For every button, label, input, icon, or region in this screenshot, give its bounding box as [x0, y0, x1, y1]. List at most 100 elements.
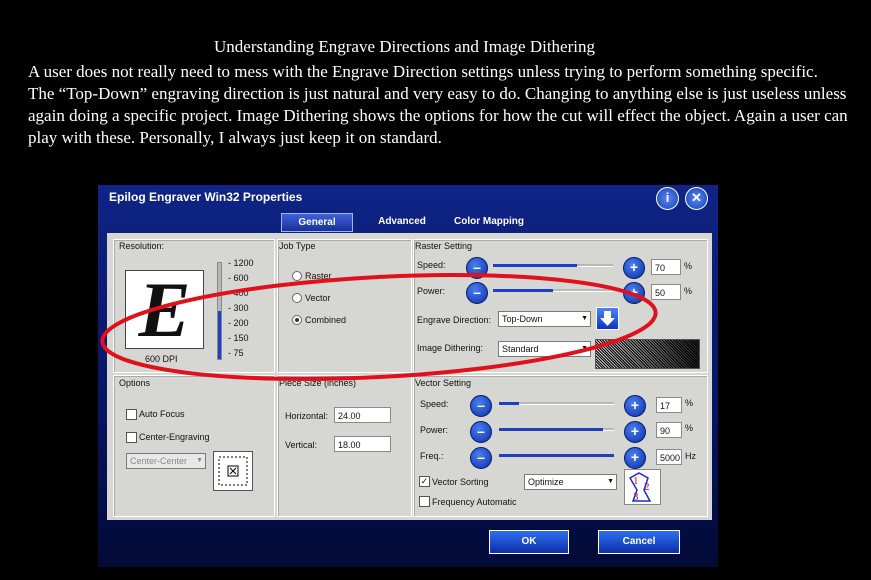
- center-position-icon: [213, 451, 253, 491]
- tab-advanced[interactable]: Advanced: [368, 213, 436, 230]
- center-position-select[interactable]: Center-Center ▼: [126, 453, 206, 469]
- chevron-down-icon: ▼: [581, 315, 588, 322]
- horizontal-label: Horizontal:: [285, 411, 329, 421]
- raster-power-unit: %: [684, 286, 693, 296]
- sort-digit-3: 3: [633, 491, 639, 503]
- vector-freq-input[interactable]: 5000: [656, 449, 682, 465]
- resolution-tick: - 75: [228, 348, 244, 358]
- resolution-tick: - 200: [228, 318, 249, 328]
- center-position-value: Center-Center: [130, 456, 188, 466]
- vector-speed-increase-button[interactable]: +: [624, 395, 646, 417]
- raster-radio[interactable]: [292, 271, 302, 281]
- slide-title: Understanding Engrave Directions and Ima…: [214, 37, 595, 56]
- vector-sorting-select[interactable]: Optimize ▼: [524, 474, 617, 490]
- raster-power-fill: [493, 289, 553, 292]
- vector-power-label: Power:: [420, 425, 449, 435]
- vector-speed-unit: %: [685, 398, 694, 408]
- ok-button[interactable]: OK: [489, 530, 569, 554]
- vector-sorting-label: Vector Sorting: [432, 477, 489, 487]
- options-label: Options: [119, 378, 151, 388]
- resolution-tick: - 600: [228, 273, 249, 283]
- vector-sorting-checkbox[interactable]: ✓: [419, 476, 430, 487]
- vertical-label: Vertical:: [285, 440, 318, 450]
- vector-freq-fill: [499, 454, 614, 457]
- raster-setting-label: Raster Setting: [415, 241, 473, 251]
- general-tab-panel: Resolution: E 600 DPI - 1200 - 600 - 400 - …: [107, 233, 712, 520]
- resolution-preview: E: [125, 270, 204, 349]
- image-dithering-select[interactable]: Standard ▼: [498, 341, 591, 357]
- dithering-preview: [595, 339, 700, 369]
- resolution-label: Resolution:: [119, 241, 165, 251]
- horizontal-input[interactable]: 24.00: [334, 407, 391, 423]
- frequency-automatic-label: Frequency Automatic: [432, 497, 517, 507]
- engrave-direction-value: Top-Down: [502, 314, 543, 324]
- tab-general[interactable]: General: [281, 213, 353, 232]
- vector-speed-decrease-button[interactable]: –: [470, 395, 492, 417]
- vector-power-fill: [499, 428, 603, 431]
- dialog-title: Epilog Engraver Win32 Properties: [109, 190, 303, 204]
- raster-speed-label: Speed:: [417, 260, 446, 270]
- options-group: [113, 375, 275, 517]
- vector-radio-label: Vector: [305, 293, 331, 303]
- resolution-tick: - 150: [228, 333, 249, 343]
- center-engraving-checkbox[interactable]: [126, 432, 137, 443]
- vector-speed-label: Speed:: [420, 399, 449, 409]
- image-dithering-label: Image Dithering:: [417, 343, 484, 353]
- resolution-tick: - 1200: [228, 258, 254, 268]
- vector-freq-unit: Hz: [685, 451, 696, 461]
- raster-power-input[interactable]: 50: [651, 284, 681, 300]
- raster-radio-label: Raster: [305, 271, 332, 281]
- job-type-label: Job Type: [279, 241, 316, 251]
- vertical-input[interactable]: 18.00: [334, 436, 391, 452]
- combined-radio[interactable]: [292, 315, 302, 325]
- auto-focus-checkbox[interactable]: [126, 409, 137, 420]
- vector-speed-fill: [499, 402, 519, 405]
- chevron-down-icon: ▼: [581, 345, 588, 352]
- vector-setting-label: Vector Setting: [415, 378, 472, 388]
- raster-speed-increase-button[interactable]: +: [623, 257, 645, 279]
- vector-power-unit: %: [685, 423, 694, 433]
- arrow-down-icon: [596, 307, 619, 330]
- vector-speed-input[interactable]: 17: [656, 397, 682, 413]
- resolution-tick: - 300: [228, 303, 249, 313]
- vector-sorting-value: Optimize: [528, 477, 564, 487]
- preview-letter: E: [138, 266, 191, 353]
- job-type-group: [277, 239, 412, 373]
- resolution-slider[interactable]: [217, 262, 222, 360]
- frequency-automatic-checkbox[interactable]: [419, 496, 430, 507]
- vector-power-input[interactable]: 90: [656, 422, 682, 438]
- cancel-button[interactable]: Cancel: [598, 530, 680, 554]
- raster-speed-input[interactable]: 70: [651, 259, 681, 275]
- close-icon[interactable]: ✕: [685, 187, 708, 210]
- auto-focus-label: Auto Focus: [139, 409, 185, 419]
- raster-power-increase-button[interactable]: +: [623, 282, 645, 304]
- engrave-direction-select[interactable]: Top-Down ▼: [498, 311, 591, 327]
- vector-freq-increase-button[interactable]: +: [624, 447, 646, 469]
- resolution-tick: - 400: [228, 288, 249, 298]
- raster-power-decrease-button[interactable]: –: [466, 282, 488, 304]
- raster-power-label: Power:: [417, 286, 446, 296]
- piece-size-label: Piece Size (inches): [279, 378, 357, 388]
- vector-power-increase-button[interactable]: +: [624, 421, 646, 443]
- sort-digit-1: 1: [633, 475, 639, 487]
- dpi-label: 600 DPI: [145, 354, 178, 364]
- raster-speed-unit: %: [684, 261, 693, 271]
- vector-sort-order-icon: 1 2 3: [624, 469, 661, 505]
- raster-speed-decrease-button[interactable]: –: [466, 257, 488, 279]
- engrave-direction-label: Engrave Direction:: [417, 315, 492, 325]
- chevron-down-icon: ▼: [196, 457, 203, 464]
- image-dithering-value: Standard: [502, 344, 539, 354]
- sort-digit-2: 2: [644, 481, 650, 493]
- properties-dialog: Epilog Engraver Win32 Properties i ✕ Gen…: [98, 185, 718, 567]
- tab-color-mapping[interactable]: Color Mapping: [448, 213, 530, 230]
- chevron-down-icon: ▼: [607, 478, 614, 485]
- help-icon[interactable]: i: [656, 187, 679, 210]
- combined-radio-label: Combined: [305, 315, 347, 325]
- raster-speed-fill: [493, 264, 577, 267]
- vector-freq-decrease-button[interactable]: –: [470, 447, 492, 469]
- vector-radio[interactable]: [292, 293, 302, 303]
- slide-body-text: A user does not really need to mess with…: [28, 62, 848, 147]
- center-engraving-label: Center-Engraving: [139, 432, 210, 442]
- vector-freq-label: Freq.:: [420, 451, 444, 461]
- vector-power-decrease-button[interactable]: –: [470, 421, 492, 443]
